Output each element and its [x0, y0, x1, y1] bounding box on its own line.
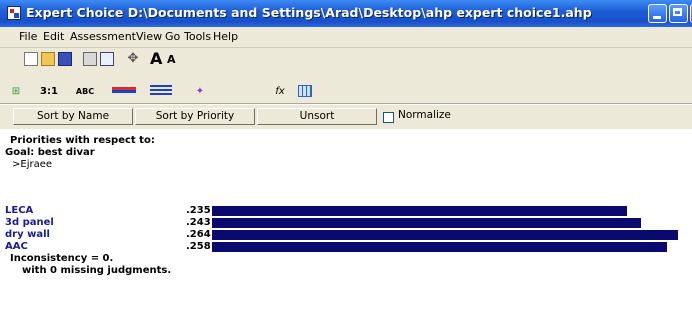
menu-help[interactable]: Help — [213, 30, 238, 43]
menu-edit[interactable]: Edit — [43, 30, 64, 43]
goal-label: Goal: best divar — [5, 147, 95, 158]
minimize-button[interactable] — [648, 4, 667, 23]
view-tabs-bar: ⊞ 3:1 ABC ✦ fx — [0, 81, 692, 104]
item-value-leca: .235 — [186, 205, 211, 216]
print-icon[interactable] — [83, 52, 97, 66]
item-value-dry-wall: .264 — [186, 229, 211, 240]
increase-font-icon[interactable]: A — [150, 51, 164, 67]
menu-view[interactable]: View — [136, 30, 162, 43]
item-name-leca: LECA — [5, 205, 34, 216]
unsort-button[interactable]: Unsort — [257, 108, 377, 125]
tree-view-icon[interactable]: ⊞ — [6, 83, 26, 100]
sort-by-priority-button[interactable]: Sort by Priority — [135, 108, 255, 125]
menu-file[interactable]: File — [19, 30, 37, 43]
tab-verbal[interactable]: ABC — [70, 83, 100, 100]
decrease-font-icon[interactable]: A — [167, 52, 181, 66]
priorities-panel: Priorities with respect to: Goal: best d… — [0, 129, 692, 334]
maximize-button[interactable] — [669, 4, 688, 23]
item-name-dry-wall: dry wall — [5, 229, 50, 240]
title-bar: Expert Choice D:\Documents and Settings\… — [0, 0, 692, 27]
inconsistency-label: Inconsistency = 0. — [10, 253, 114, 264]
normalize-checkbox[interactable] — [383, 112, 394, 123]
priority-bar-aac — [212, 242, 667, 252]
priority-bar-dry-wall — [212, 230, 678, 240]
formula-icon[interactable]: fx — [268, 83, 292, 100]
menu-bar: File Edit Assessment View Go Tools Help — [0, 27, 692, 48]
priority-bar-leca — [212, 206, 627, 216]
item-value-aac: .258 — [186, 241, 211, 252]
item-name-aac: AAC — [5, 241, 28, 252]
save-icon[interactable] — [58, 52, 72, 66]
sort-by-name-button[interactable]: Sort by Name — [13, 108, 133, 125]
item-value-3d-panel: .243 — [186, 217, 211, 228]
menu-assessment[interactable]: Assessment — [70, 30, 136, 43]
node-label: >Ejraee — [12, 159, 53, 170]
print-preview-icon[interactable] — [100, 52, 114, 66]
app-icon[interactable] — [7, 6, 21, 20]
priorities-header: Priorities with respect to: — [10, 135, 155, 146]
normalize-label: Normalize — [398, 109, 451, 121]
menu-go[interactable]: Go — [165, 30, 180, 43]
sort-controls: Sort by Name Sort by Priority Unsort Nor… — [0, 104, 692, 130]
tab-numerical[interactable]: 3:1 — [34, 83, 64, 100]
tab-graphical-icon[interactable] — [112, 87, 136, 93]
move-icon[interactable]: ✥ — [126, 52, 140, 66]
grid-icon[interactable] — [298, 85, 312, 97]
tab-sensitivity-icon[interactable]: ✦ — [190, 83, 210, 100]
open-folder-icon[interactable] — [41, 52, 55, 66]
priority-bar-3d-panel — [212, 218, 641, 228]
menu-tools[interactable]: Tools — [184, 30, 211, 43]
window-title: Expert Choice D:\Documents and Settings\… — [26, 5, 592, 20]
item-name-3d-panel: 3d panel — [5, 217, 54, 228]
new-file-icon[interactable] — [24, 52, 38, 66]
missing-judgments-label: with 0 missing judgments. — [22, 265, 172, 276]
tab-bars-icon[interactable] — [150, 85, 172, 95]
